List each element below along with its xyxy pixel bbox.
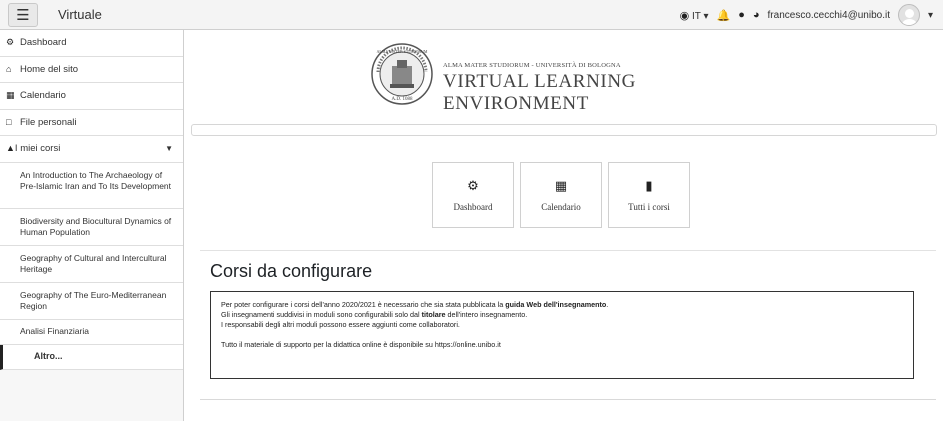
- user-circle-icon: ◕: [752, 9, 760, 21]
- tile-calendario[interactable]: ▦ Calendario: [520, 162, 602, 228]
- dashboard-icon: ⚙: [6, 37, 15, 48]
- user-menu-caret-icon[interactable]: ▾: [928, 10, 933, 21]
- site-brand[interactable]: Virtuale: [58, 7, 102, 22]
- tile-tutti-i-corsi[interactable]: ▮ Tutti i corsi: [608, 162, 690, 228]
- top-navbar: ☰ Virtuale ◉ IT ▾ 🔔 ● ◕ francesco.cecchi…: [0, 0, 943, 30]
- calendar-icon: ▦: [554, 178, 568, 194]
- book-icon: ▮: [645, 178, 653, 194]
- sidebar-course-item[interactable]: Geography of Cultural and Intercultural …: [0, 245, 183, 283]
- notification-bell-icon[interactable]: 🔔: [717, 9, 731, 22]
- sidebar-course-item[interactable]: Biodiversity and Biocultural Dynamics of…: [0, 208, 183, 246]
- notice-line: I responsabili degli altri moduli posson…: [221, 320, 460, 329]
- user-area: ◉ IT ▾ 🔔 ● ◕ francesco.cecchi4@unibo.it …: [680, 4, 933, 26]
- caret-down-icon: ▾: [703, 10, 709, 22]
- sidebar-item-dashboard[interactable]: ⚙ Dashboard: [0, 30, 183, 57]
- graduation-cap-icon: ▲: [6, 143, 15, 154]
- sidebar-item-calendar[interactable]: ▦ Calendario: [0, 83, 183, 110]
- notice-line: Gli insegnamenti suddivisi in moduli son…: [221, 310, 528, 319]
- tile-dashboard[interactable]: ⚙ Dashboard: [432, 162, 514, 228]
- language-selector[interactable]: ◉ IT ▾: [680, 9, 709, 22]
- dashboard-icon: ⚙: [467, 178, 479, 194]
- sidebar-course-item[interactable]: Geography of The Euro-Mediterranean Regi…: [0, 282, 183, 320]
- university-seal-icon: A.D. 1088 ALMA MATER STUDIORUM: [371, 43, 433, 105]
- hamburger-icon: ☰: [16, 7, 30, 24]
- main-content: A.D. 1088 ALMA MATER STUDIORUM ALMA MATE…: [185, 30, 943, 421]
- sidebar-group-my-courses[interactable]: ▲I miei corsi ▼: [0, 136, 183, 163]
- home-icon: ⌂: [6, 64, 12, 75]
- notice-link-guida[interactable]: guida Web dell'insegnamento: [505, 300, 606, 309]
- quick-links: ⚙ Dashboard ▦ Calendario ▮ Tutti i corsi: [432, 162, 690, 228]
- sidebar-item-files[interactable]: □ File personali: [0, 109, 183, 136]
- sidebar-item-altro[interactable]: Altro...: [0, 344, 183, 370]
- logo-title: VIRTUAL LEARNING ENVIRONMENT: [443, 71, 636, 114]
- notice-line[interactable]: Tutto il materiale di supporto per la di…: [221, 340, 903, 350]
- globe-icon: ◉: [679, 9, 690, 22]
- sidebar: ⚙ Dashboard ⌂ Home del sito ▦ Calendario…: [0, 30, 184, 421]
- messages-icon[interactable]: ●: [738, 9, 745, 21]
- sidebar-course-item[interactable]: An Introduction to The Archaeology of Pr…: [0, 162, 183, 209]
- sidebar-item-home[interactable]: ⌂ Home del sito: [0, 56, 183, 83]
- info-notice: Per poter configurare i corsi dell'anno …: [210, 291, 914, 379]
- seal-text: ALMA MATER STUDIORUM: [377, 49, 428, 54]
- seal-year: A.D. 1088: [392, 97, 413, 102]
- calendar-icon: ▦: [6, 90, 15, 101]
- avatar[interactable]: [897, 4, 920, 26]
- page-header-bar: [191, 124, 937, 136]
- user-email[interactable]: francesco.cecchi4@unibo.it: [768, 10, 890, 21]
- section-title: Corsi da configurare: [210, 261, 373, 281]
- divider: [200, 399, 936, 400]
- hamburger-menu-button[interactable]: ☰: [8, 3, 38, 27]
- logo-subtitle: ALMA MATER STUDIORUM - UNIVERSITÀ DI BOL…: [443, 62, 621, 69]
- file-icon: □: [6, 117, 12, 128]
- sidebar-course-item[interactable]: Analisi Finanziaria: [0, 319, 183, 345]
- divider: [200, 250, 936, 251]
- chevron-down-icon: ▼: [165, 144, 173, 154]
- notice-line: Per poter configurare i corsi dell'anno …: [221, 300, 609, 309]
- university-logo[interactable]: A.D. 1088 ALMA MATER STUDIORUM ALMA MATE…: [370, 42, 760, 114]
